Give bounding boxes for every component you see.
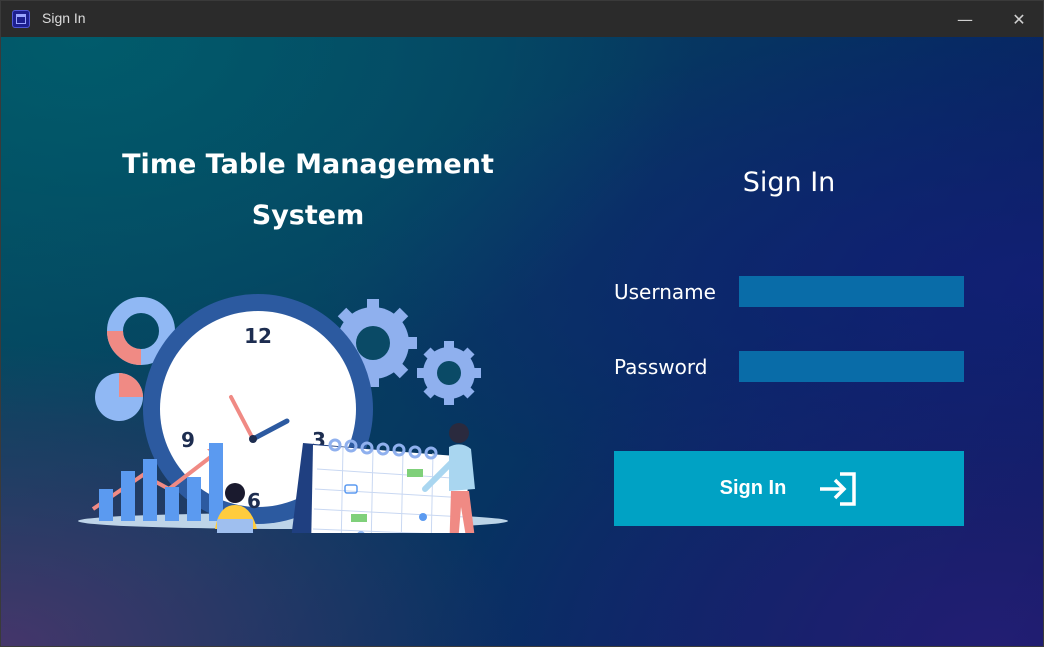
minimize-icon: — (957, 9, 973, 29)
gear-small (417, 341, 481, 405)
login-arrow-icon (820, 471, 857, 506)
minimize-button[interactable]: — (942, 1, 988, 37)
pie-chart (95, 373, 143, 421)
signin-button-label: Sign In (719, 477, 787, 499)
username-label: Username (614, 280, 716, 304)
signin-title: Sign In (742, 167, 836, 198)
clock-number-12: 12 (244, 324, 272, 348)
signin-button[interactable]: Sign In (614, 451, 964, 526)
calendar (291, 438, 469, 533)
title-bar[interactable]: Sign In — ✕ (1, 1, 1043, 37)
username-input[interactable] (739, 276, 964, 307)
donut-chart (107, 297, 175, 365)
timetable-illustration: 12 3 9 6 (78, 294, 508, 533)
window-title: Sign In (42, 10, 86, 26)
calendar-app-icon (12, 10, 30, 28)
app-window: Sign In — ✕ Time Table Management System (0, 0, 1044, 647)
clock-number-9: 9 (181, 428, 195, 452)
app-heading: Time Table Management System (101, 139, 515, 241)
password-label: Password (614, 355, 708, 379)
app-heading-line-1: Time Table Management (122, 149, 494, 180)
app-heading-line-2: System (251, 200, 365, 231)
close-button[interactable]: ✕ (996, 1, 1042, 37)
close-icon: ✕ (1012, 9, 1026, 29)
main-content: Time Table Management System 12 3 9 6 Si… (1, 37, 1043, 646)
clock-number-6: 6 (247, 489, 261, 513)
password-input[interactable] (739, 351, 964, 382)
